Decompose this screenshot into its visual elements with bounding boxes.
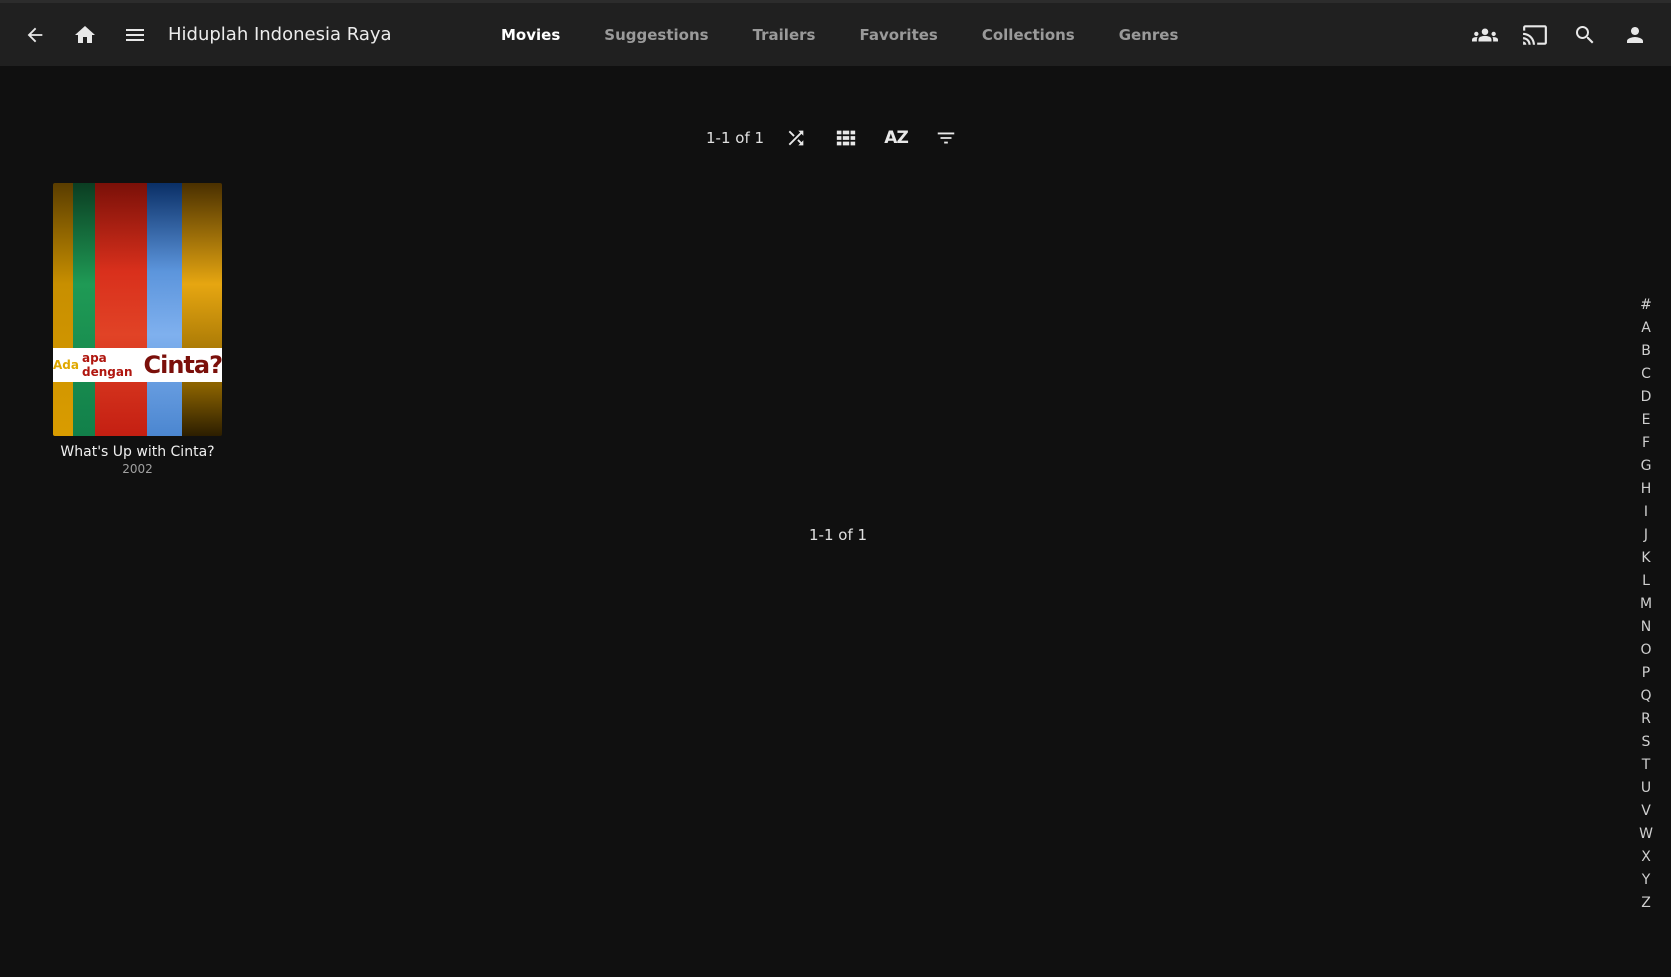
alphabet-letter-r[interactable]: R bbox=[1636, 708, 1656, 731]
alphabet-letter-i[interactable]: I bbox=[1636, 501, 1656, 524]
sort-az-icon: AZ bbox=[884, 128, 909, 148]
alphabet-picker: # A B C D E F G H I J K L M N O P Q R S T U V W X Y Z bbox=[1636, 294, 1656, 915]
item-count: 1-1 of 1 bbox=[706, 129, 765, 147]
pagination-count: 1-1 of 1 bbox=[809, 526, 868, 544]
user-button[interactable] bbox=[1615, 15, 1655, 55]
alphabet-letter-z[interactable]: Z bbox=[1636, 892, 1656, 915]
menu-icon bbox=[126, 29, 144, 41]
alphabet-letter-e[interactable]: E bbox=[1636, 409, 1656, 432]
alphabet-letter-p[interactable]: P bbox=[1636, 662, 1656, 685]
tab-bar: Movies Suggestions Trailers Favorites Co… bbox=[501, 3, 1222, 66]
alphabet-letter-w[interactable]: W bbox=[1636, 823, 1656, 846]
alphabet-letter-b[interactable]: B bbox=[1636, 340, 1656, 363]
shuffle-icon bbox=[788, 130, 804, 146]
alphabet-letter-h[interactable]: H bbox=[1636, 478, 1656, 501]
alphabet-letter-hash[interactable]: # bbox=[1636, 294, 1656, 317]
filter-icon bbox=[937, 132, 955, 144]
sync-play-button[interactable] bbox=[1465, 15, 1505, 55]
alphabet-letter-c[interactable]: C bbox=[1636, 363, 1656, 386]
alphabet-letter-f[interactable]: F bbox=[1636, 432, 1656, 455]
alphabet-letter-l[interactable]: L bbox=[1636, 570, 1656, 593]
view-mode-button[interactable] bbox=[826, 118, 866, 158]
tab-trailers[interactable]: Trailers bbox=[753, 26, 816, 44]
home-button[interactable] bbox=[65, 15, 105, 55]
grid-view-icon bbox=[836, 130, 856, 146]
alphabet-letter-x[interactable]: X bbox=[1636, 846, 1656, 869]
alphabet-letter-t[interactable]: T bbox=[1636, 754, 1656, 777]
shuffle-button[interactable] bbox=[776, 118, 816, 158]
search-button[interactable] bbox=[1565, 15, 1605, 55]
alphabet-letter-a[interactable]: A bbox=[1636, 317, 1656, 340]
alphabet-letter-q[interactable]: Q bbox=[1636, 685, 1656, 708]
poster-title-banner: Ada apa dengan Cinta? bbox=[53, 348, 222, 382]
users-icon bbox=[1472, 28, 1498, 42]
movie-title[interactable]: What's Up with Cinta? bbox=[53, 444, 222, 460]
tab-favorites[interactable]: Favorites bbox=[859, 26, 937, 44]
user-icon bbox=[1627, 27, 1643, 43]
alphabet-letter-v[interactable]: V bbox=[1636, 800, 1656, 823]
back-button[interactable] bbox=[15, 15, 55, 55]
cast-button[interactable] bbox=[1515, 15, 1555, 55]
top-bar: Hiduplah Indonesia Raya Movies Suggestio… bbox=[0, 0, 1671, 66]
filter-button[interactable] bbox=[926, 118, 966, 158]
page-title: Hiduplah Indonesia Raya bbox=[168, 24, 392, 45]
alphabet-letter-o[interactable]: O bbox=[1636, 639, 1656, 662]
alphabet-letter-j[interactable]: J bbox=[1636, 524, 1656, 547]
alphabet-letter-u[interactable]: U bbox=[1636, 777, 1656, 800]
sort-button[interactable]: AZ bbox=[876, 118, 916, 158]
cast-icon bbox=[1523, 25, 1547, 45]
movie-card[interactable]: Ada apa dengan Cinta? What's Up with Cin… bbox=[53, 183, 222, 476]
alphabet-letter-d[interactable]: D bbox=[1636, 386, 1656, 409]
alphabet-letter-n[interactable]: N bbox=[1636, 616, 1656, 639]
search-icon bbox=[1576, 26, 1594, 44]
back-arrow-icon bbox=[27, 27, 43, 43]
alphabet-letter-g[interactable]: G bbox=[1636, 455, 1656, 478]
tab-genres[interactable]: Genres bbox=[1119, 26, 1179, 44]
home-icon bbox=[75, 26, 95, 43]
alphabet-letter-k[interactable]: K bbox=[1636, 547, 1656, 570]
tab-suggestions[interactable]: Suggestions bbox=[604, 26, 708, 44]
alphabet-letter-m[interactable]: M bbox=[1636, 593, 1656, 616]
tab-collections[interactable]: Collections bbox=[982, 26, 1075, 44]
tab-movies[interactable]: Movies bbox=[501, 26, 560, 44]
movie-year: 2002 bbox=[122, 462, 153, 476]
movie-poster[interactable]: Ada apa dengan Cinta? bbox=[53, 183, 222, 436]
alphabet-letter-s[interactable]: S bbox=[1636, 731, 1656, 754]
alphabet-letter-y[interactable]: Y bbox=[1636, 869, 1656, 892]
library-toolbar: 1-1 of 1 AZ bbox=[706, 118, 976, 158]
menu-button[interactable] bbox=[115, 15, 155, 55]
